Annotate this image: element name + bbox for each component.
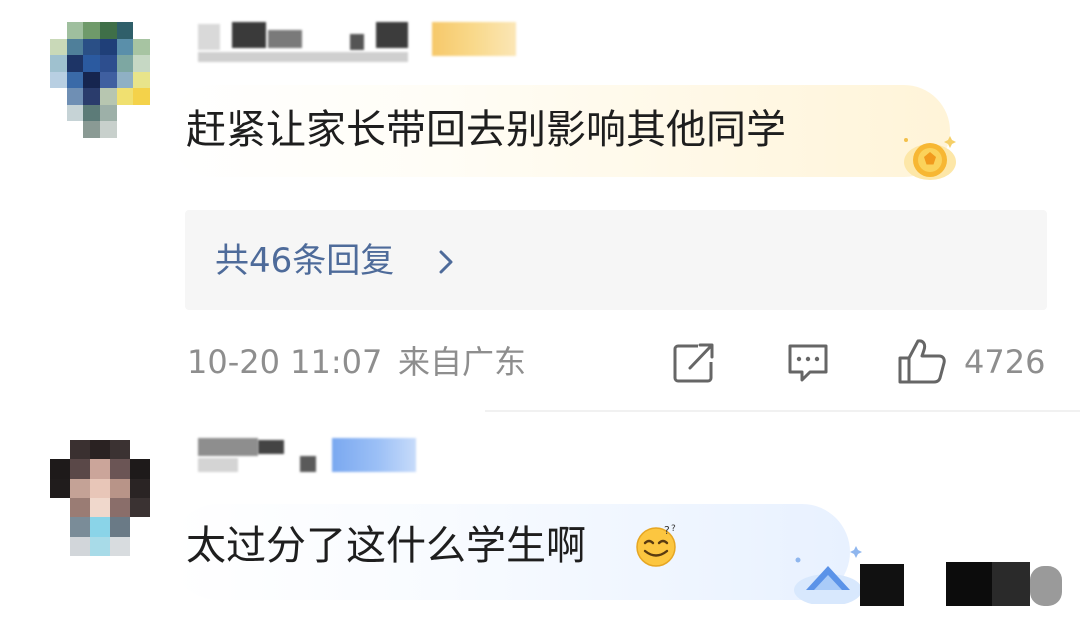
avatar-pixel (50, 55, 67, 72)
comment-location: 来自广东 (398, 343, 527, 381)
avatar-pixel (116, 121, 134, 138)
avatar-pixel (110, 440, 130, 460)
avatar-pixel (83, 55, 100, 72)
avatar-pixel (83, 104, 100, 122)
avatar-pixel (116, 22, 134, 39)
avatar-pixel (110, 478, 130, 498)
avatar-pixel (116, 88, 134, 105)
avatar-pixel (133, 71, 150, 89)
avatar-pixel (133, 104, 150, 122)
avatar-pixel (66, 88, 84, 105)
avatar-pixel (133, 88, 150, 105)
avatar-pixel (99, 55, 117, 72)
avatar-pixel (116, 104, 134, 122)
svg-text:?: ? (671, 524, 676, 534)
comment-icon[interactable] (784, 340, 832, 384)
avatar-pixel (99, 38, 117, 56)
avatar-pixel (50, 517, 70, 537)
avatar-pixel (90, 440, 110, 460)
avatar-pixel (50, 478, 70, 498)
avatar-pixel (83, 38, 100, 56)
avatar-pixel (133, 55, 150, 72)
avatar-pixel (83, 88, 100, 105)
avatar-pixel (50, 104, 67, 122)
user-level-badge (432, 22, 516, 56)
user-level-badge (332, 438, 416, 472)
view-replies-link[interactable]: 共46条回复 (215, 236, 394, 286)
avatar-pixel (90, 459, 110, 479)
avatar-pixel (130, 517, 150, 537)
avatar-pixel (50, 71, 67, 89)
avatar-pixel (99, 121, 117, 138)
avatar-pixel (50, 22, 67, 39)
like-count: 4726 (964, 343, 1046, 381)
gold-vip-badge-icon (904, 136, 956, 180)
avatar-pixel (50, 440, 70, 460)
avatar-pixel (116, 71, 134, 89)
avatar-pixel (130, 440, 150, 460)
thumbs-up-icon[interactable] (896, 336, 948, 386)
avatar[interactable] (50, 440, 150, 556)
avatar-pixel (110, 498, 130, 518)
avatar-pixel (110, 459, 130, 479)
avatar-pixel (50, 121, 67, 138)
avatar-pixel (66, 121, 84, 138)
chevron-right-icon[interactable] (434, 246, 458, 278)
avatar-pixel (99, 22, 117, 39)
avatar-pixel (83, 71, 100, 89)
avatar-pixel (116, 38, 134, 56)
avatar-pixel (50, 536, 70, 556)
avatar-pixel (133, 22, 150, 39)
avatar-pixel (99, 71, 117, 89)
comment-text: 赶紧让家长带回去别影响其他同学 (186, 107, 786, 153)
avatar-pixel (133, 121, 150, 138)
blue-vip-badge-icon (794, 546, 862, 604)
comment-text: 太过分了这什么学生啊 (186, 523, 586, 569)
avatar-pixel (70, 440, 90, 460)
share-icon[interactable] (670, 340, 718, 384)
comment-time: 10-20 11:07 (187, 343, 383, 381)
avatar-pixel (90, 517, 110, 537)
avatar-pixel (70, 517, 90, 537)
avatar-pixel (133, 38, 150, 56)
avatar[interactable] (50, 22, 150, 138)
avatar-pixel (90, 478, 110, 498)
avatar-pixel (70, 498, 90, 518)
avatar-pixel (130, 498, 150, 518)
avatar-pixel (83, 22, 100, 39)
avatar-pixel (50, 88, 67, 105)
avatar-pixel (116, 55, 134, 72)
avatar-pixel (70, 459, 90, 479)
avatar-pixel (130, 536, 150, 556)
avatar-pixel (83, 121, 100, 138)
avatar-pixel (90, 498, 110, 518)
avatar-pixel (99, 104, 117, 122)
avatar-pixel (50, 38, 67, 56)
avatar-pixel (66, 55, 84, 72)
sweat-smile-emoji-icon: ? ? (636, 524, 676, 567)
avatar-pixel (66, 104, 84, 122)
avatar-pixel (130, 478, 150, 498)
avatar-pixel (90, 536, 110, 556)
avatar-pixel (50, 459, 70, 479)
redacted-block (860, 562, 1062, 606)
avatar-pixel (70, 536, 90, 556)
avatar-pixel (70, 478, 90, 498)
avatar-pixel (66, 38, 84, 56)
avatar-pixel (50, 498, 70, 518)
divider (485, 410, 1080, 412)
avatar-pixel (110, 536, 130, 556)
avatar-pixel (130, 459, 150, 479)
avatar-pixel (99, 88, 117, 105)
avatar-pixel (66, 71, 84, 89)
avatar-pixel (66, 22, 84, 39)
svg-text:?: ? (664, 524, 670, 537)
avatar-pixel (110, 517, 130, 537)
